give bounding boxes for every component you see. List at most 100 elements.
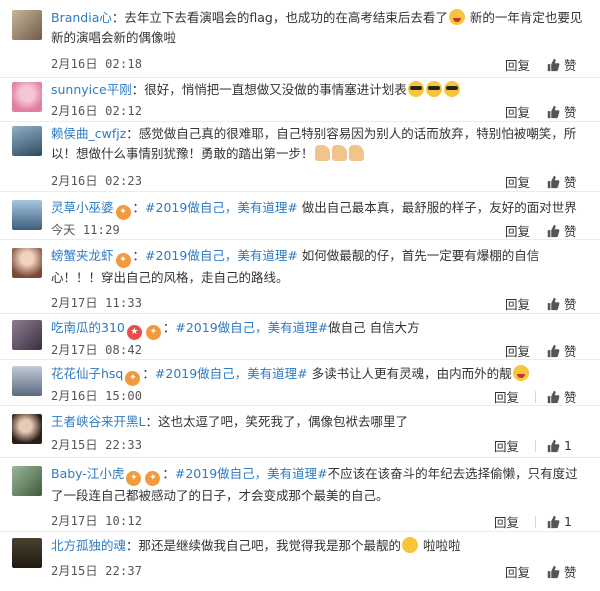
like-button[interactable]: 赞 (546, 55, 586, 74)
comment-item: 赖侯曲_cwfjz：感觉做自己真的很难耶，自己特别容易因为别人的话而放弃，特别怕… (0, 122, 600, 192)
hashtag-link[interactable]: #2019做自己，美有道理# (145, 248, 298, 263)
like-count: 赞 (564, 390, 577, 405)
member-badge-icon: ✦ (125, 371, 141, 386)
star-badge-icon: ★ (126, 325, 142, 340)
hashtag-link[interactable]: #2019做自己，美有道理# (155, 366, 308, 381)
avatar[interactable] (12, 466, 42, 496)
hashtag-link[interactable]: #2019做自己，美有道理# (175, 466, 328, 481)
comment-item: sunnyice平刚：很好，悄悄把一直想做又没做的事情塞进计划表 2月16日 0… (0, 78, 600, 122)
avatar[interactable] (12, 10, 42, 40)
thumbs-up-icon (547, 344, 560, 357)
thumbs-up-icon (547, 297, 560, 310)
avatar[interactable] (12, 200, 42, 230)
like-button[interactable]: 赞 (546, 562, 586, 581)
comment-item: 灵草小巫婆 ✦ ：#2019做自己，美有道理# 做出自己最本真，最舒服的样子，友好的… (0, 192, 600, 240)
like-count: 1 (564, 514, 572, 529)
comment-item: 北方孤独的魂：那还是继续做我自己吧，我觉得我是那个最靓的 啦啦啦 2月15日 2… (0, 532, 600, 591)
comment-date: 2月17日 10:12 (51, 514, 143, 528)
flexed-arm-emoji-icon (331, 145, 347, 161)
comment-item: Brandia心：去年立下去看演唱会的flag，也成功的在高考结束后去看了 新的… (0, 0, 600, 78)
comment-date: 2月15日 22:37 (51, 564, 143, 578)
reply-button[interactable]: 回复 (494, 387, 519, 406)
thumbs-up-icon (547, 175, 560, 188)
thumbs-up-icon (547, 439, 560, 452)
avatar[interactable] (12, 366, 42, 396)
comment-item: 螃蟹夹龙虾 ✦ ：#2019做自己，美有道理# 如何做最靓的仔，首先一定要有爆棚的自… (0, 240, 600, 314)
like-count: 赞 (564, 297, 577, 312)
like-button[interactable]: 赞 (546, 341, 586, 360)
hashtag-link[interactable]: #2019做自己，美有道理# (145, 200, 298, 215)
like-count: 赞 (564, 105, 577, 120)
like-button[interactable]: 1 (546, 438, 586, 453)
comment-item: Baby-江小虎 ✦ ✦ ：#2019做自己，美有道理#不应该在该奋斗的年纪去选择偷懒… (0, 458, 600, 532)
comment-text: 去年立下去看演唱会的flag，也成功的在高考结束后去看了 (124, 10, 448, 25)
like-count: 赞 (564, 224, 577, 239)
thumbs-up-icon (547, 390, 560, 403)
like-button[interactable]: 赞 (546, 102, 586, 121)
avatar[interactable] (12, 82, 42, 112)
flexed-arm-emoji-icon (314, 145, 330, 161)
avatar[interactable] (12, 538, 42, 568)
sunglasses-emoji-icon (443, 81, 460, 97)
like-count: 赞 (564, 565, 577, 580)
comment-date: 2月17日 11:33 (51, 296, 143, 310)
like-button[interactable]: 赞 (546, 172, 586, 191)
smile-emoji-icon (402, 537, 419, 553)
reply-button[interactable]: 回复 (505, 172, 530, 191)
comment-feed: Brandia心：去年立下去看演唱会的flag，也成功的在高考结束后去看了 新的… (0, 0, 600, 591)
divider (535, 439, 536, 452)
reply-button[interactable]: 回复 (505, 221, 530, 240)
username-link[interactable]: 花花仙子hsq (51, 366, 123, 381)
reply-button[interactable]: 回复 (505, 562, 530, 581)
avatar[interactable] (12, 248, 42, 278)
comment-date: 今天 11:29 (51, 223, 120, 237)
avatar[interactable] (12, 126, 42, 156)
thumbs-up-icon (547, 105, 560, 118)
username-link[interactable]: 螃蟹夹龙虾 (51, 248, 114, 263)
member-badge-icon: ✦ (115, 253, 131, 268)
sunglasses-emoji-icon (425, 81, 442, 97)
member-badge-icon: ✦ (115, 205, 131, 220)
reply-button[interactable]: 回复 (505, 102, 530, 121)
comment-text: 做出自己最本真，最舒服的样子，友好的面对世界 (301, 200, 577, 215)
sunglasses-emoji-icon (407, 81, 424, 97)
comment-text: 多读书让人更有灵魂，由内而外的靓 (311, 366, 512, 381)
like-count: 赞 (564, 344, 577, 359)
thumbs-up-icon (547, 224, 560, 237)
like-count: 1 (564, 438, 572, 453)
divider (535, 390, 536, 403)
username-link[interactable]: 灵草小巫婆 (51, 200, 114, 215)
avatar[interactable] (12, 320, 42, 350)
comment-text: 这也太逗了吧，笑死我了，偶像包袱去哪里了 (157, 414, 408, 429)
like-button[interactable]: 赞 (546, 221, 586, 240)
comment-date: 2月15日 22:33 (51, 438, 143, 452)
thumbs-up-icon (547, 58, 560, 71)
comment-text: 很好，悄悄把一直想做又没做的事情塞进计划表 (144, 82, 407, 97)
username-link[interactable]: 赖侯曲_cwfjz (51, 126, 126, 141)
reply-button[interactable]: 回复 (494, 436, 519, 455)
reply-button[interactable]: 回复 (505, 55, 530, 74)
username-link[interactable]: 北方孤独的魂 (51, 538, 126, 553)
comment-date: 2月17日 08:42 (51, 343, 143, 357)
comment-date: 2月16日 02:18 (51, 57, 143, 71)
avatar[interactable] (12, 414, 42, 444)
username-link[interactable]: Baby-江小虎 (51, 466, 124, 481)
thumbs-up-icon (547, 565, 560, 578)
username-link[interactable]: Brandia心 (51, 10, 112, 25)
username-link[interactable]: 吃南瓜的310 (51, 320, 125, 335)
username-link[interactable]: 王者峡谷来开黑L (51, 414, 145, 429)
like-button[interactable]: 赞 (546, 387, 586, 406)
like-button[interactable]: 赞 (546, 294, 586, 313)
reply-button[interactable]: 回复 (505, 294, 530, 313)
comment-text: 那还是继续做我自己吧，我觉得我是那个最靓的 (138, 538, 402, 553)
comment-text-continued: 啦啦啦 (423, 538, 461, 553)
member-badge-icon: ✦ (145, 471, 161, 486)
hashtag-link[interactable]: #2019做自己，美有道理# (175, 320, 328, 335)
username-link[interactable]: sunnyice平刚 (51, 82, 132, 97)
reply-button[interactable]: 回复 (494, 512, 519, 531)
comment-text: 做自己 自信大方 (328, 320, 420, 335)
like-button[interactable]: 1 (546, 514, 586, 529)
grin-emoji-icon (448, 9, 465, 25)
reply-button[interactable]: 回复 (505, 341, 530, 360)
comment-item: 花花仙子hsq ✦ ：#2019做自己，美有道理# 多读书让人更有灵魂，由内而外的靓… (0, 360, 600, 406)
